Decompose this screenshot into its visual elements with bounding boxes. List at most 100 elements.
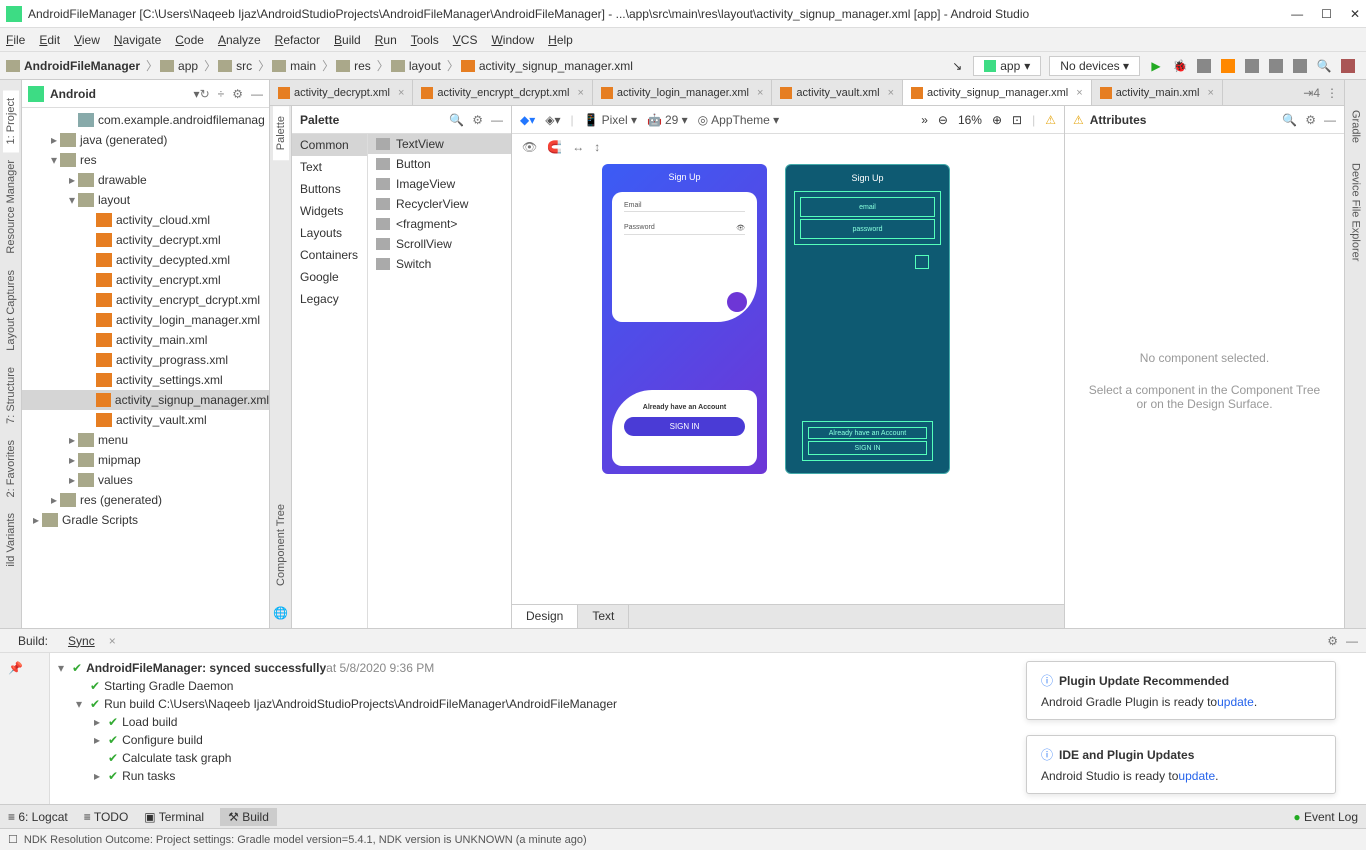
- magnet-icon[interactable]: 🧲: [547, 140, 562, 154]
- close-icon[interactable]: ×: [1076, 87, 1082, 99]
- expand-icon[interactable]: ↕: [594, 140, 600, 154]
- close-tab[interactable]: ×: [109, 634, 116, 648]
- run-button[interactable]: ▶: [1146, 56, 1166, 76]
- bottom-tab-todo[interactable]: ≡ TODO: [84, 810, 129, 824]
- tree-item[interactable]: ▸values: [22, 470, 269, 490]
- bottom-tab-6-logcat[interactable]: ≡ 6: Logcat: [8, 810, 68, 824]
- tree-caret-icon[interactable]: ▸: [66, 433, 78, 447]
- palette-cat-layouts[interactable]: Layouts: [292, 222, 367, 244]
- gear-icon[interactable]: ⚙: [1305, 113, 1316, 127]
- tree-item[interactable]: activity_encrypt_dcrypt.xml: [22, 290, 269, 310]
- menu-run[interactable]: Run: [375, 33, 397, 47]
- menu-vcs[interactable]: VCS: [453, 33, 478, 47]
- tree-caret-icon[interactable]: ▸: [66, 453, 78, 467]
- left-tab-1-project[interactable]: 1: Project: [3, 90, 19, 152]
- status-icon[interactable]: ☐: [8, 833, 18, 846]
- palette-cat-common[interactable]: Common: [292, 134, 367, 156]
- breadcrumb-item[interactable]: res: [336, 59, 371, 73]
- palette-cat-containers[interactable]: Containers: [292, 244, 367, 266]
- menu-code[interactable]: Code: [175, 33, 204, 47]
- menu-edit[interactable]: Edit: [39, 33, 60, 47]
- tree-caret-icon[interactable]: ▸: [94, 769, 108, 783]
- tree-caret-icon[interactable]: ▸: [94, 715, 108, 729]
- tree-caret-icon[interactable]: ▸: [66, 173, 78, 187]
- tree-caret-icon[interactable]: ▸: [48, 133, 60, 147]
- tree-caret-icon[interactable]: ▾: [66, 193, 78, 207]
- palette-cat-google[interactable]: Google: [292, 266, 367, 288]
- tree-item[interactable]: ▸java (generated): [22, 130, 269, 150]
- theme-selector[interactable]: ◎ AppTheme ▾: [698, 113, 780, 127]
- stop-button[interactable]: [1242, 56, 1262, 76]
- api-selector[interactable]: 🤖 29 ▾: [647, 113, 688, 127]
- tree-item[interactable]: ▸drawable: [22, 170, 269, 190]
- palette-cat-widgets[interactable]: Widgets: [292, 200, 367, 222]
- tree-caret-icon[interactable]: ▾: [58, 661, 72, 675]
- tree-item[interactable]: com.example.androidfilemanag: [22, 110, 269, 130]
- tree-item[interactable]: ▸Gradle Scripts: [22, 510, 269, 530]
- zoom-fit-button[interactable]: ⊡: [1012, 113, 1022, 127]
- left-tab-2-favorites[interactable]: 2: Favorites: [3, 432, 19, 505]
- zoom-out-button[interactable]: ⊖: [938, 113, 948, 127]
- tree-caret-icon[interactable]: ▾: [48, 153, 60, 167]
- tree-item[interactable]: ▸res (generated): [22, 490, 269, 510]
- tree-item[interactable]: ▸menu: [22, 430, 269, 450]
- device-selector[interactable]: No devices ▾: [1049, 56, 1140, 76]
- apply-changes-icon[interactable]: [1218, 56, 1238, 76]
- menu-build[interactable]: Build: [334, 33, 361, 47]
- close-icon[interactable]: ×: [1207, 87, 1213, 99]
- tab-design[interactable]: Design: [512, 605, 578, 628]
- palette-item[interactable]: <fragment>: [368, 214, 511, 234]
- tab-text[interactable]: Text: [578, 605, 629, 628]
- component-tree-tab[interactable]: Component Tree: [273, 494, 289, 596]
- tree-item[interactable]: activity_decrypt.xml: [22, 230, 269, 250]
- tree-item[interactable]: activity_encrypt.xml: [22, 270, 269, 290]
- breadcrumb-item[interactable]: layout: [391, 59, 441, 73]
- palette-tab[interactable]: Palette: [273, 106, 289, 160]
- palette-cat-text[interactable]: Text: [292, 156, 367, 178]
- profile-button[interactable]: [1194, 56, 1214, 76]
- tree-item[interactable]: activity_settings.xml: [22, 370, 269, 390]
- breadcrumb-item[interactable]: app: [160, 59, 198, 73]
- right-tab-gradle[interactable]: Gradle: [1348, 100, 1364, 153]
- close-button[interactable]: ✕: [1350, 7, 1360, 21]
- file-tab[interactable]: activity_main.xml×: [1092, 80, 1223, 105]
- tree-item[interactable]: activity_signup_manager.xml: [22, 390, 269, 410]
- update-link[interactable]: update: [1217, 695, 1254, 709]
- orientation-button[interactable]: ◈▾: [545, 113, 560, 127]
- run-config-selector[interactable]: app▾: [973, 56, 1041, 76]
- notification-plugin-update[interactable]: ⓘPlugin Update Recommended Android Gradl…: [1026, 661, 1336, 720]
- breadcrumb-item[interactable]: src: [218, 59, 252, 73]
- hide-icon[interactable]: —: [1346, 634, 1358, 648]
- palette-item[interactable]: ImageView: [368, 174, 511, 194]
- tree-item[interactable]: activity_decypted.xml: [22, 250, 269, 270]
- right-tab-device-file-explorer[interactable]: Device File Explorer: [1348, 153, 1364, 271]
- menu-refactor[interactable]: Refactor: [275, 33, 320, 47]
- close-icon[interactable]: ×: [398, 87, 404, 99]
- device-selector[interactable]: 📱 Pixel ▾: [584, 113, 637, 127]
- globe-icon[interactable]: 🌐: [273, 606, 288, 620]
- menu-window[interactable]: Window: [491, 33, 534, 47]
- tree-caret-icon[interactable]: ▸: [66, 473, 78, 487]
- tree-item[interactable]: ▾layout: [22, 190, 269, 210]
- hide-icon[interactable]: —: [251, 87, 263, 101]
- avd-manager-icon[interactable]: [1266, 56, 1286, 76]
- tab-options-icon[interactable]: ⋮: [1326, 86, 1338, 100]
- menu-help[interactable]: Help: [548, 33, 573, 47]
- tree-item[interactable]: activity_vault.xml: [22, 410, 269, 430]
- file-tab[interactable]: activity_decrypt.xml×: [270, 80, 413, 105]
- tree-item[interactable]: activity_cloud.xml: [22, 210, 269, 230]
- maximize-button[interactable]: ☐: [1321, 7, 1332, 21]
- close-icon[interactable]: ×: [577, 87, 583, 99]
- avatar-icon[interactable]: [1338, 56, 1358, 76]
- search-icon[interactable]: 🔍: [1314, 56, 1334, 76]
- sync-tab[interactable]: Sync: [58, 632, 105, 650]
- menu-navigate[interactable]: Navigate: [114, 33, 161, 47]
- notification-ide-updates[interactable]: ⓘIDE and Plugin Updates Android Studio i…: [1026, 735, 1336, 794]
- close-icon[interactable]: ×: [888, 87, 894, 99]
- tree-item[interactable]: ▸mipmap: [22, 450, 269, 470]
- tree-caret-icon[interactable]: ▸: [94, 733, 108, 747]
- tree-caret-icon[interactable]: ▾: [76, 697, 90, 711]
- tree-item[interactable]: activity_prograss.xml: [22, 350, 269, 370]
- palette-cat-legacy[interactable]: Legacy: [292, 288, 367, 310]
- menu-file[interactable]: File: [6, 33, 25, 47]
